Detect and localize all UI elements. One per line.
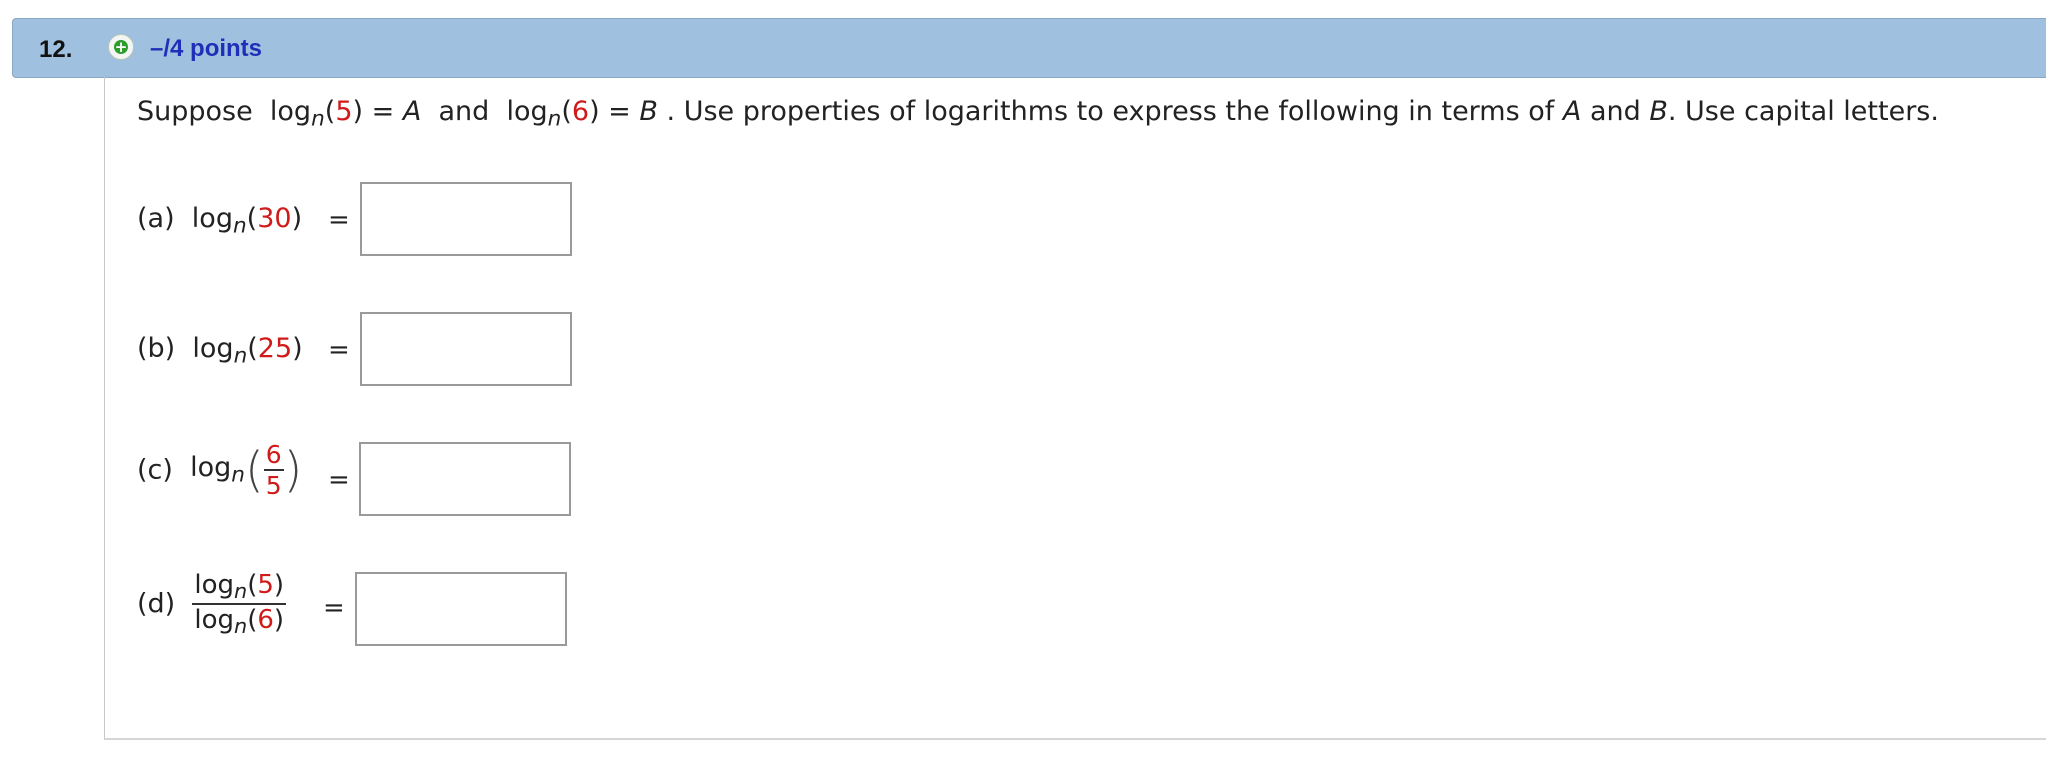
points-label: –/4 points	[150, 35, 263, 62]
part-a-label: (a)	[137, 203, 175, 234]
part-b-equals: =	[328, 335, 350, 365]
part-b-expression: (b) logn(25)	[137, 333, 303, 369]
part-d-den-arg: 6	[257, 605, 274, 636]
part-d-answer-input[interactable]	[355, 572, 567, 646]
part-c-denominator: 5	[263, 469, 284, 500]
part-c-equals: =	[328, 465, 350, 495]
part-c-answer-input[interactable]	[359, 442, 571, 516]
part-b-answer-input[interactable]	[360, 312, 572, 386]
part-d-expression: (d) logn(5) logn(6)	[137, 570, 287, 639]
part-a-arg: 30	[257, 203, 292, 234]
part-c-label: (c)	[137, 454, 173, 486]
expand-plus-icon[interactable]	[108, 34, 134, 60]
part-a-expression: (a) logn(30)	[137, 203, 303, 239]
part-d-label: (d)	[137, 588, 176, 620]
problem-statement: Suppose logn(5) = A and logn(6) = B . Us…	[137, 96, 1939, 132]
part-c-expression: (c) logn(6 5)	[137, 440, 303, 500]
part-a-equals: =	[328, 205, 350, 235]
question-header: 12.	[12, 18, 2046, 78]
part-a-answer-input[interactable]	[360, 182, 572, 256]
part-b-arg: 25	[257, 333, 293, 364]
part-b-label: (b)	[137, 333, 176, 364]
part-d-equals: =	[323, 593, 345, 623]
part-d-num-arg: 5	[257, 570, 274, 600]
part-c-numerator: 6	[265, 440, 282, 469]
question-number: 12.	[39, 36, 73, 63]
